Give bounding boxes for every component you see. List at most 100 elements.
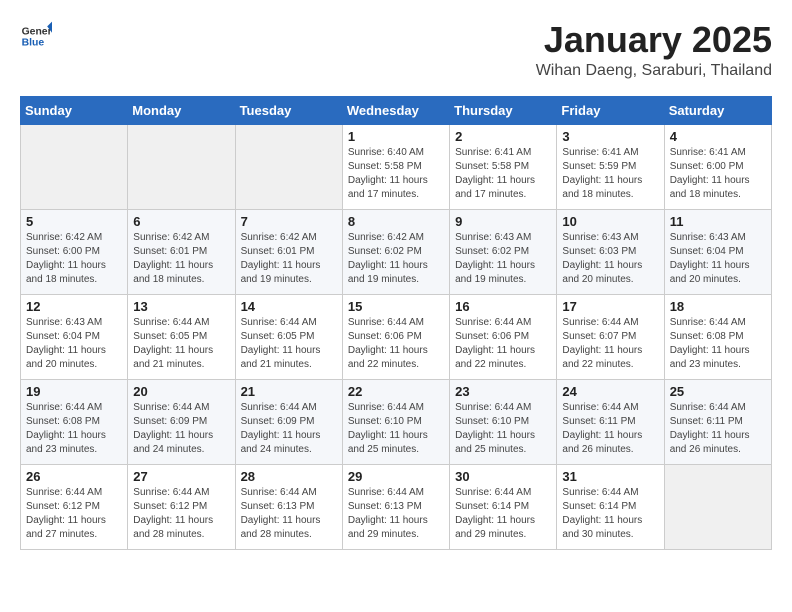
weekday-header-wednesday: Wednesday <box>342 96 449 124</box>
day-number: 14 <box>241 299 337 314</box>
calendar-cell: 13Sunrise: 6:44 AMSunset: 6:05 PMDayligh… <box>128 294 235 379</box>
weekday-header-sunday: Sunday <box>21 96 128 124</box>
logo: General Blue <box>20 20 52 52</box>
calendar-cell: 18Sunrise: 6:44 AMSunset: 6:08 PMDayligh… <box>664 294 771 379</box>
day-detail: Sunrise: 6:43 AMSunset: 6:04 PMDaylight:… <box>26 316 122 372</box>
day-number: 16 <box>455 299 551 314</box>
day-number: 31 <box>562 469 658 484</box>
weekday-header-saturday: Saturday <box>664 96 771 124</box>
day-number: 3 <box>562 129 658 144</box>
calendar-cell: 3 Sunrise: 6:41 AMSunset: 5:59 PMDaylight… <box>557 124 664 209</box>
calendar-cell: 4 Sunrise: 6:41 AMSunset: 6:00 PMDaylight… <box>664 124 771 209</box>
day-detail: Sunrise: 6:44 AMSunset: 6:12 PMDaylight:… <box>133 486 229 542</box>
title-area: January 2025 Wihan Daeng, Saraburi, Thai… <box>536 20 772 80</box>
day-number: 15 <box>348 299 444 314</box>
calendar-cell: 24 Sunrise: 6:44 AMSunset: 6:11 PMDayligh… <box>557 379 664 464</box>
day-number: 24 <box>562 384 658 399</box>
day-detail: Sunrise: 6:42 AMSunset: 6:01 PMDaylight:… <box>241 231 337 287</box>
day-detail: Sunrise: 6:41 AMSunset: 6:00 PMDaylight:… <box>670 146 766 202</box>
calendar-cell: 11 Sunrise: 6:43 AMSunset: 6:04 PMDayligh… <box>664 209 771 294</box>
weekday-header-friday: Friday <box>557 96 664 124</box>
calendar-cell: 31 Sunrise: 6:44 AMSunset: 6:14 PMDayligh… <box>557 464 664 549</box>
calendar-cell: 30 Sunrise: 6:44 AMSunset: 6:14 PMDayligh… <box>450 464 557 549</box>
day-number: 25 <box>670 384 766 399</box>
day-detail: Sunrise: 6:44 AMSunset: 6:06 PMDaylight:… <box>455 316 551 372</box>
calendar-cell: 9Sunrise: 6:43 AMSunset: 6:02 PMDaylight… <box>450 209 557 294</box>
day-number: 20 <box>133 384 229 399</box>
day-number: 30 <box>455 469 551 484</box>
day-detail: Sunrise: 6:42 AMSunset: 6:01 PMDaylight:… <box>133 231 229 287</box>
day-number: 22 <box>348 384 444 399</box>
day-detail: Sunrise: 6:44 AMSunset: 6:14 PMDaylight:… <box>562 486 658 542</box>
day-number: 8 <box>348 214 444 229</box>
calendar-cell: 2 Sunrise: 6:41 AMSunset: 5:58 PMDaylight… <box>450 124 557 209</box>
day-detail: Sunrise: 6:43 AMSunset: 6:03 PMDaylight:… <box>562 231 658 287</box>
calendar-cell: 15 Sunrise: 6:44 AMSunset: 6:06 PMDayligh… <box>342 294 449 379</box>
day-detail: Sunrise: 6:41 AMSunset: 5:59 PMDaylight:… <box>562 146 658 202</box>
calendar-cell: 25 Sunrise: 6:44 AMSunset: 6:11 PMDayligh… <box>664 379 771 464</box>
day-detail: Sunrise: 6:44 AMSunset: 6:14 PMDaylight:… <box>455 486 551 542</box>
calendar-cell <box>21 124 128 209</box>
day-detail: Sunrise: 6:44 AMSunset: 6:12 PMDaylight:… <box>26 486 122 542</box>
day-number: 2 <box>455 129 551 144</box>
calendar-table: SundayMondayTuesdayWednesdayThursdayFrid… <box>20 96 772 550</box>
calendar-cell: 14 Sunrise: 6:44 AMSunset: 6:05 PMDayligh… <box>235 294 342 379</box>
calendar-cell: 17 Sunrise: 6:44 AMSunset: 6:07 PMDayligh… <box>557 294 664 379</box>
calendar-cell: 6Sunrise: 6:42 AMSunset: 6:01 PMDaylight… <box>128 209 235 294</box>
calendar-cell: 12 Sunrise: 6:43 AMSunset: 6:04 PMDayligh… <box>21 294 128 379</box>
day-detail: Sunrise: 6:44 AMSunset: 6:05 PMDaylight:… <box>133 316 229 372</box>
calendar-cell: 26 Sunrise: 6:44 AMSunset: 6:12 PMDayligh… <box>21 464 128 549</box>
weekday-header-tuesday: Tuesday <box>235 96 342 124</box>
calendar-cell: 21Sunrise: 6:44 AMSunset: 6:09 PMDayligh… <box>235 379 342 464</box>
day-number: 29 <box>348 469 444 484</box>
calendar-cell: 27 Sunrise: 6:44 AMSunset: 6:12 PMDayligh… <box>128 464 235 549</box>
day-detail: Sunrise: 6:44 AMSunset: 6:11 PMDaylight:… <box>670 401 766 457</box>
day-detail: Sunrise: 6:44 AMSunset: 6:13 PMDaylight:… <box>241 486 337 542</box>
weekday-header-monday: Monday <box>128 96 235 124</box>
calendar-title: January 2025 <box>536 20 772 60</box>
day-detail: Sunrise: 6:42 AMSunset: 6:02 PMDaylight:… <box>348 231 444 287</box>
svg-text:Blue: Blue <box>22 38 45 49</box>
calendar-cell: 23Sunrise: 6:44 AMSunset: 6:10 PMDayligh… <box>450 379 557 464</box>
day-detail: Sunrise: 6:44 AMSunset: 6:06 PMDaylight:… <box>348 316 444 372</box>
day-detail: Sunrise: 6:44 AMSunset: 6:10 PMDaylight:… <box>348 401 444 457</box>
day-detail: Sunrise: 6:44 AMSunset: 6:13 PMDaylight:… <box>348 486 444 542</box>
calendar-cell <box>235 124 342 209</box>
day-number: 19 <box>26 384 122 399</box>
day-number: 26 <box>26 469 122 484</box>
day-number: 10 <box>562 214 658 229</box>
day-detail: Sunrise: 6:43 AMSunset: 6:04 PMDaylight:… <box>670 231 766 287</box>
day-detail: Sunrise: 6:40 AMSunset: 5:58 PMDaylight:… <box>348 146 444 202</box>
calendar-cell: 7 Sunrise: 6:42 AMSunset: 6:01 PMDaylight… <box>235 209 342 294</box>
day-number: 28 <box>241 469 337 484</box>
calendar-cell: 1 Sunrise: 6:40 AMSunset: 5:58 PMDaylight… <box>342 124 449 209</box>
day-number: 17 <box>562 299 658 314</box>
calendar-cell: 29 Sunrise: 6:44 AMSunset: 6:13 PMDayligh… <box>342 464 449 549</box>
day-number: 1 <box>348 129 444 144</box>
day-number: 12 <box>26 299 122 314</box>
day-number: 18 <box>670 299 766 314</box>
calendar-subtitle: Wihan Daeng, Saraburi, Thailand <box>536 62 772 80</box>
day-detail: Sunrise: 6:43 AMSunset: 6:02 PMDaylight:… <box>455 231 551 287</box>
calendar-cell: 8 Sunrise: 6:42 AMSunset: 6:02 PMDaylight… <box>342 209 449 294</box>
day-detail: Sunrise: 6:44 AMSunset: 6:09 PMDaylight:… <box>133 401 229 457</box>
day-detail: Sunrise: 6:44 AMSunset: 6:11 PMDaylight:… <box>562 401 658 457</box>
calendar-cell: 10 Sunrise: 6:43 AMSunset: 6:03 PMDayligh… <box>557 209 664 294</box>
day-number: 4 <box>670 129 766 144</box>
day-detail: Sunrise: 6:44 AMSunset: 6:09 PMDaylight:… <box>241 401 337 457</box>
day-number: 27 <box>133 469 229 484</box>
day-detail: Sunrise: 6:44 AMSunset: 6:05 PMDaylight:… <box>241 316 337 372</box>
calendar-cell: 22 Sunrise: 6:44 AMSunset: 6:10 PMDayligh… <box>342 379 449 464</box>
calendar-week-row: 26 Sunrise: 6:44 AMSunset: 6:12 PMDayligh… <box>21 464 772 549</box>
calendar-cell: 16 Sunrise: 6:44 AMSunset: 6:06 PMDayligh… <box>450 294 557 379</box>
day-detail: Sunrise: 6:44 AMSunset: 6:07 PMDaylight:… <box>562 316 658 372</box>
calendar-week-row: 19Sunrise: 6:44 AMSunset: 6:08 PMDayligh… <box>21 379 772 464</box>
calendar-cell: 28 Sunrise: 6:44 AMSunset: 6:13 PMDayligh… <box>235 464 342 549</box>
day-detail: Sunrise: 6:42 AMSunset: 6:00 PMDaylight:… <box>26 231 122 287</box>
day-detail: Sunrise: 6:41 AMSunset: 5:58 PMDaylight:… <box>455 146 551 202</box>
weekday-header-thursday: Thursday <box>450 96 557 124</box>
day-number: 7 <box>241 214 337 229</box>
day-number: 23 <box>455 384 551 399</box>
svg-text:General: General <box>22 26 52 37</box>
day-number: 11 <box>670 214 766 229</box>
